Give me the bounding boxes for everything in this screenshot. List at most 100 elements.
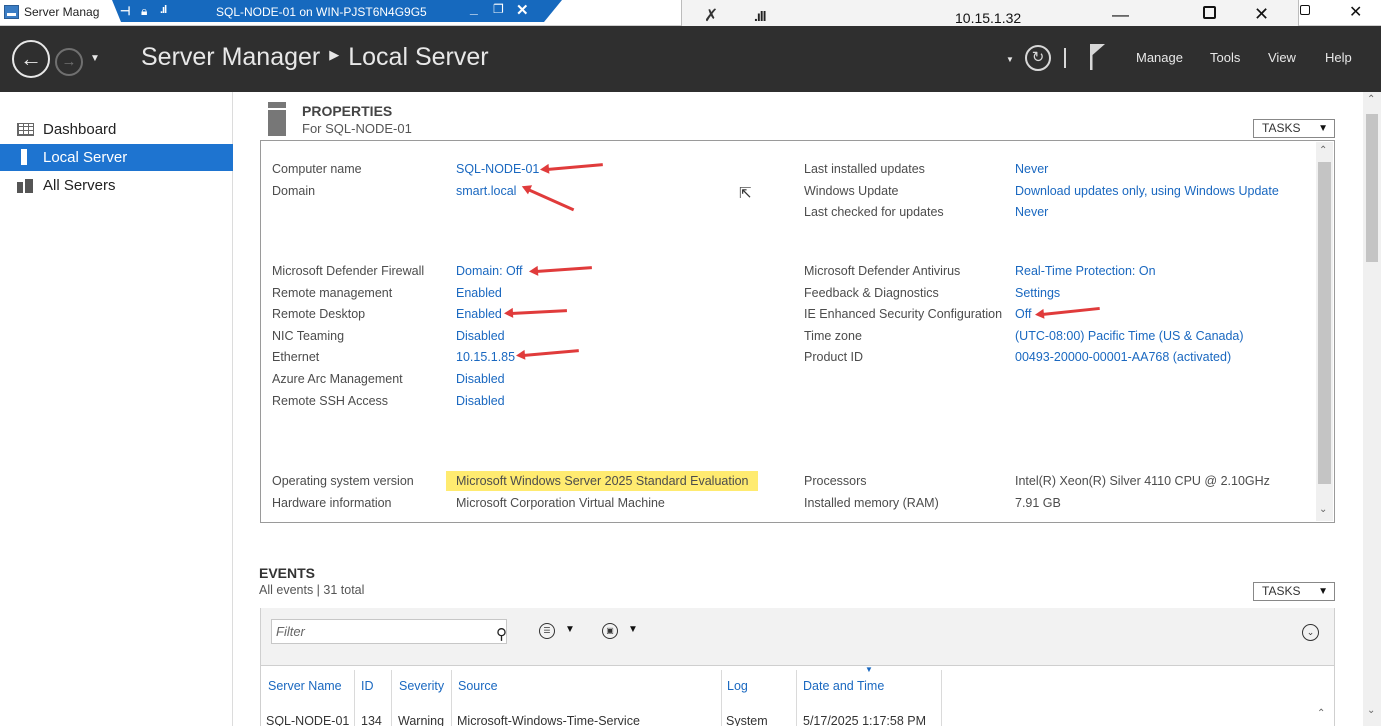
events-subtitle: All events | 31 total	[259, 583, 365, 597]
forward-arrow-icon[interactable]: →	[55, 48, 83, 76]
property-label: Ethernet	[272, 350, 320, 364]
annotation-arrow-icon	[535, 266, 592, 273]
event-cell-id: 134	[361, 714, 382, 726]
product-id-link[interactable]: 00493-20000-00001-AA768 (activated)	[1015, 350, 1231, 364]
remote-ssh-link[interactable]: Disabled	[456, 394, 505, 408]
restore-icon[interactable]	[1203, 6, 1216, 19]
chevron-down-icon[interactable]: ▼	[628, 624, 638, 635]
query-options-icon[interactable]: ☰	[539, 623, 555, 639]
property-label: Windows Update	[804, 184, 899, 198]
scroll-up-icon[interactable]: ⌃	[1319, 145, 1327, 156]
signal-strength-icon[interactable]: .ıl	[160, 4, 167, 16]
memory-value: 7.91 GB	[1015, 496, 1061, 510]
server-manager-header: ← → ▼ Server Manager ▶ Local Server ▼ ↻ Ma…	[0, 26, 1381, 92]
close-icon[interactable]: ✕	[1254, 4, 1269, 25]
notifications-flag-icon[interactable]	[1088, 43, 1108, 71]
rdp-minimize-icon[interactable]: _	[470, 0, 478, 16]
domain-link[interactable]: smart.local	[456, 184, 516, 198]
header-divider	[1064, 48, 1066, 68]
rdp-restore-icon[interactable]: ❐	[493, 2, 504, 16]
column-divider	[721, 670, 722, 726]
remote-desktop-link[interactable]: Enabled	[456, 307, 502, 321]
breadcrumb-separator-icon: ▶	[329, 47, 340, 63]
properties-subtitle: For SQL-NODE-01	[302, 121, 412, 136]
column-header-source[interactable]: Source	[458, 679, 498, 693]
refresh-dropdown-icon[interactable]: ▼	[1006, 55, 1014, 64]
properties-scrollbar[interactable]: ⌃ ⌄	[1316, 142, 1333, 521]
property-label: Operating system version	[272, 474, 414, 488]
pin-icon[interactable]: ⊣	[120, 4, 130, 18]
column-divider	[796, 670, 797, 726]
rdp-close-icon[interactable]: ✕	[516, 1, 529, 19]
nic-teaming-link[interactable]: Disabled	[456, 329, 505, 343]
time-zone-link[interactable]: (UTC-08:00) Pacific Time (US & Canada)	[1015, 329, 1244, 343]
menu-view[interactable]: View	[1268, 50, 1296, 65]
menu-tools[interactable]: Tools	[1210, 50, 1240, 65]
history-dropdown-icon[interactable]: ▼	[90, 53, 100, 64]
event-cell-date-time: 5/17/2025 1:17:58 PM	[803, 714, 927, 726]
menu-help[interactable]: Help	[1325, 50, 1352, 65]
events-tasks-button[interactable]: TASKS ▼	[1253, 582, 1335, 601]
column-header-log[interactable]: Log	[727, 679, 748, 693]
breadcrumb: Server Manager ▶ Local Server	[141, 43, 489, 72]
scroll-down-icon[interactable]: ⌄	[1367, 705, 1375, 716]
property-label: Computer name	[272, 162, 362, 176]
save-query-icon[interactable]: ▣	[602, 623, 618, 639]
column-header-date-time[interactable]: Date and Time	[803, 679, 884, 693]
tasks-label: TASKS	[1262, 121, 1301, 135]
property-label: Product ID	[804, 350, 864, 364]
scrollbar-thumb[interactable]	[1366, 114, 1378, 262]
annotation-arrow-icon	[1041, 306, 1100, 316]
property-label: Remote management	[272, 286, 393, 300]
last-installed-updates-link[interactable]: Never	[1015, 162, 1048, 176]
server-manager-app-icon	[4, 5, 19, 19]
events-panel: Filter ⚲ ☰ ▼ ▣ ▼ ⌄ Server Name ID Severi…	[260, 608, 1335, 726]
refresh-icon[interactable]: ↻	[1025, 45, 1051, 71]
computer-name-link[interactable]: SQL-NODE-01	[456, 162, 539, 176]
breadcrumb-root[interactable]: Server Manager	[141, 43, 320, 71]
menu-manage[interactable]: Manage	[1136, 50, 1183, 65]
os-version-highlight: Microsoft Windows Server 2025 Standard E…	[446, 471, 758, 491]
filter-input[interactable]: Filter ⚲	[271, 619, 507, 644]
scroll-down-icon[interactable]: ⌄	[1319, 504, 1327, 515]
annotation-arrow-icon	[522, 349, 579, 357]
unpin-icon[interactable]: ✗	[704, 6, 718, 26]
sidebar-item-dashboard[interactable]: Dashboard	[0, 116, 233, 143]
connection-quality-icon[interactable]: .ıll	[754, 8, 767, 24]
firewall-link[interactable]: Domain: Off	[456, 264, 522, 278]
sidebar-item-all-servers[interactable]: All Servers	[0, 172, 233, 199]
azure-arc-link[interactable]: Disabled	[456, 372, 505, 386]
page-scrollbar[interactable]: ⌃ ⌄	[1363, 92, 1381, 726]
minimize-icon[interactable]: —	[1112, 5, 1129, 25]
last-checked-updates-link[interactable]: Never	[1015, 205, 1048, 219]
back-arrow-icon[interactable]: ←	[12, 40, 50, 78]
host-close-icon[interactable]: ✕	[1349, 2, 1362, 22]
scrollbar-thumb[interactable]	[1318, 162, 1331, 484]
windows-update-link[interactable]: Download updates only, using Windows Upd…	[1015, 184, 1279, 198]
properties-title: PROPERTIES	[302, 103, 393, 119]
properties-panel: Computer name SQL-NODE-01 Domain smart.l…	[260, 140, 1335, 523]
tasks-label: TASKS	[1262, 584, 1301, 598]
scroll-up-icon[interactable]: ⌃	[1317, 708, 1325, 719]
chevron-down-icon[interactable]: ▼	[565, 624, 575, 635]
column-header-severity[interactable]: Severity	[399, 679, 444, 693]
sidebar-item-label: Local Server	[43, 149, 128, 166]
search-icon[interactable]: ⚲	[496, 623, 507, 646]
column-header-server-name[interactable]: Server Name	[268, 679, 342, 693]
sidebar-item-local-server[interactable]: Local Server	[0, 144, 233, 171]
property-label: Remote SSH Access	[272, 394, 389, 408]
host-restore-icon[interactable]	[1300, 5, 1310, 15]
ethernet-link[interactable]: 10.15.1.85	[456, 350, 515, 364]
remote-management-link[interactable]: Enabled	[456, 286, 502, 300]
properties-tasks-button[interactable]: TASKS ▼	[1253, 119, 1335, 138]
antivirus-link[interactable]: Real-Time Protection: On	[1015, 264, 1156, 278]
sidebar-item-label: Dashboard	[43, 121, 117, 138]
column-header-id[interactable]: ID	[361, 679, 374, 693]
events-filter-bar: Filter ⚲ ☰ ▼ ▣ ▼ ⌄	[261, 608, 1334, 666]
expand-icon[interactable]: ⌄	[1302, 624, 1319, 641]
ie-esc-link[interactable]: Off	[1015, 307, 1031, 321]
connection-ip: 10.15.1.32	[955, 10, 1022, 26]
feedback-diagnostics-link[interactable]: Settings	[1015, 286, 1060, 300]
hardware-info-value: Microsoft Corporation Virtual Machine	[456, 496, 665, 510]
scroll-up-icon[interactable]: ⌃	[1367, 94, 1375, 105]
